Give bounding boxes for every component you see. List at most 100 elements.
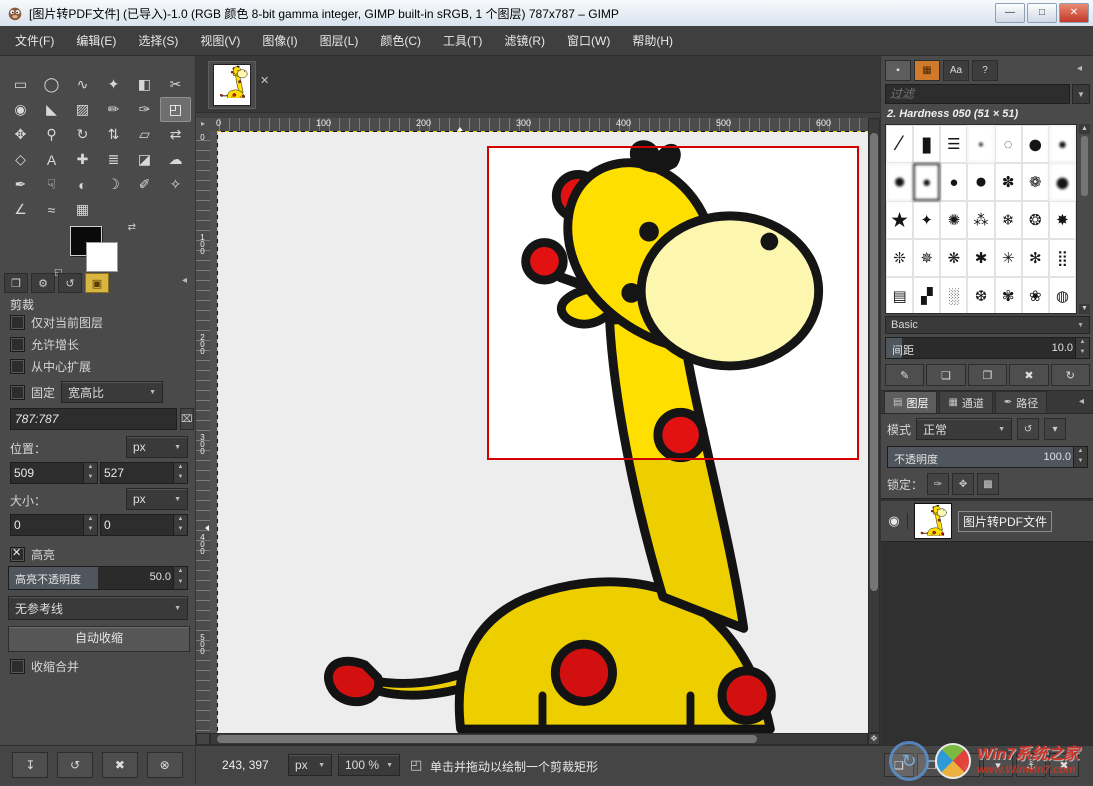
minimize-button[interactable]: — [995,3,1025,23]
tool-warp[interactable]: ≈ [36,197,67,222]
scroll-down-icon[interactable]: ▼ [1079,304,1090,314]
tool-options-tab[interactable]: ❒ [4,273,28,293]
tab-layers[interactable]: ▤ 图层 [884,391,937,413]
position-x-input[interactable] [11,466,83,480]
tool-heal[interactable]: ✚ [67,147,98,172]
tool-rectangle-select[interactable]: ▭ [5,72,36,97]
brush-hard-big[interactable]: ● [1022,125,1049,163]
lock-position-button[interactable]: ✥ [952,473,974,495]
tool-ink[interactable]: ✒ [5,172,36,197]
brushes-tab[interactable]: ▪ [885,60,911,81]
brush-soft-big[interactable]: ● [1049,163,1076,201]
ruler-corner[interactable]: ▸ [196,118,211,132]
brush-soft-dot[interactable]: ● [967,125,994,163]
horizontal-ruler[interactable]: 0100200300400500600 [210,118,868,132]
brush-orb[interactable]: ❂ [1022,201,1049,239]
device-status-tab[interactable]: ⚙ [31,273,55,293]
new-brush-button[interactable]: ❏ [926,364,965,386]
tool-text[interactable]: A [36,147,67,172]
size-unit-dropdown[interactable]: px [126,488,188,510]
brush-texture[interactable]: ⣿ [1049,239,1076,277]
brush-scroll-thumb[interactable] [1081,136,1088,196]
brush-flower[interactable]: ❁ [1022,163,1049,201]
navigation-button[interactable]: ✥ [868,733,880,745]
patterns-tab[interactable]: ▦ [914,60,940,81]
images-tab[interactable]: ▣ [85,273,109,293]
image-tab[interactable] [208,61,256,109]
vertical-scrollbar-thumb[interactable] [870,133,878,591]
highlight-opacity-slider[interactable]: 高亮不透明度 50.0 ▲▼ [8,566,188,590]
tool-crop[interactable]: ◰ [160,97,191,122]
position-x-spinbox[interactable]: ▲▼ [10,462,98,484]
tool-free-select[interactable]: ∿ [67,72,98,97]
tool-blur-sharpen[interactable]: ◐ [67,172,98,197]
unit-dropdown[interactable]: px [288,754,332,776]
tool-fuzzy-select[interactable]: ✦ [98,72,129,97]
spacing-stepper[interactable]: ▲▼ [1075,338,1089,358]
reset-tool-options-button[interactable]: ⊗ [147,752,183,778]
tab-channels[interactable]: ▦ 通道 [939,391,992,413]
tool-measure[interactable]: ∠ [5,197,36,222]
brush-hardness-025[interactable]: ● [886,163,913,201]
vertical-scrollbar[interactable] [868,118,880,733]
duplicate-brush-button[interactable]: ❐ [968,364,1007,386]
size-width-spinbox[interactable]: ▲▼ [10,514,98,536]
tool-eraser[interactable]: ◪ [129,147,160,172]
check-expand-from-center[interactable] [10,359,25,374]
position-x-stepper[interactable]: ▲▼ [83,463,97,483]
brush-bloom[interactable]: ❀ [1022,277,1049,314]
layer-mode-dropdown[interactable]: 正常 [916,418,1012,440]
brush-stipple[interactable]: ◍ [1049,277,1076,314]
position-y-input[interactable] [101,466,173,480]
horizontal-scrollbar[interactable] [210,733,868,745]
highlight-checkbox[interactable] [10,547,25,562]
tool-color-picker[interactable]: ✧ [160,172,191,197]
brush-hardness-100[interactable]: ● [967,163,994,201]
brush-sparkle[interactable]: ✦ [913,201,940,239]
brush-snow[interactable]: ❄ [995,201,1022,239]
menu-item[interactable]: 图层(L) [309,26,370,56]
opacity-stepper[interactable]: ▲▼ [1073,447,1087,467]
document-history-tab[interactable]: ? [972,60,998,81]
size-height-spinbox[interactable]: ▲▼ [100,514,188,536]
canvas-viewport[interactable] [210,131,868,733]
highlight-opacity-stepper[interactable]: ▲▼ [173,567,187,589]
tool-paths[interactable]: ✐ [129,172,160,197]
brush-block[interactable]: ▮ [913,125,940,163]
tool-perspective[interactable]: ◇ [5,147,36,172]
tool-rotate[interactable]: ↻ [67,122,98,147]
lock-pixels-button[interactable]: ✑ [927,473,949,495]
check-allow-growing[interactable] [10,337,25,352]
lock-alpha-button[interactable]: ▩ [977,473,999,495]
brush-bristles[interactable]: ☰ [940,125,967,163]
tool-gradient[interactable]: ▨ [67,97,98,122]
brush-grain[interactable]: ░ [940,277,967,314]
tool-cage-transform[interactable]: ▦ [67,197,98,222]
refresh-brushes-button[interactable]: ↻ [1051,364,1090,386]
menu-item[interactable]: 视图(V) [189,26,251,56]
menu-item[interactable]: 文件(F) [4,26,65,56]
position-y-spinbox[interactable]: ▲▼ [100,462,188,484]
clear-ratio-icon[interactable]: ⌧ [180,408,194,430]
delete-tool-preset-button[interactable]: ✖ [102,752,138,778]
menu-item[interactable]: 帮助(H) [621,26,684,56]
layer-name[interactable]: 图片转PDF文件 [958,511,1052,532]
size-width-input[interactable] [11,518,83,532]
brush-asterisk[interactable]: ✱ [967,239,994,277]
auto-shrink-button[interactable]: 自动收缩 [8,626,190,652]
tool-zoom[interactable]: ⚲ [36,122,67,147]
tool-clone[interactable]: ≣ [98,147,129,172]
brush-grid-scrollbar[interactable]: ▲ ▼ [1079,124,1090,314]
brush-sponge-2[interactable]: ✵ [913,239,940,277]
scroll-up-icon[interactable]: ▲ [1079,124,1090,134]
layer-row[interactable]: ◉ 图片转PDF文件 [881,501,1093,542]
fixed-checkbox[interactable] [10,385,25,400]
menu-item[interactable]: 窗口(W) [556,26,621,56]
dock-collapse-icon[interactable]: ◂ [182,275,187,286]
filter-chevron-icon[interactable]: ▼ [1072,84,1090,104]
swap-colors-icon[interactable]: ⇄ [128,222,136,233]
menu-item[interactable]: 滤镜(R) [493,26,556,56]
tool-ellipse-select[interactable]: ◯ [36,72,67,97]
brush-hardness-075[interactable]: ● [940,163,967,201]
mode-menu-button[interactable]: ▾ [1044,418,1066,440]
